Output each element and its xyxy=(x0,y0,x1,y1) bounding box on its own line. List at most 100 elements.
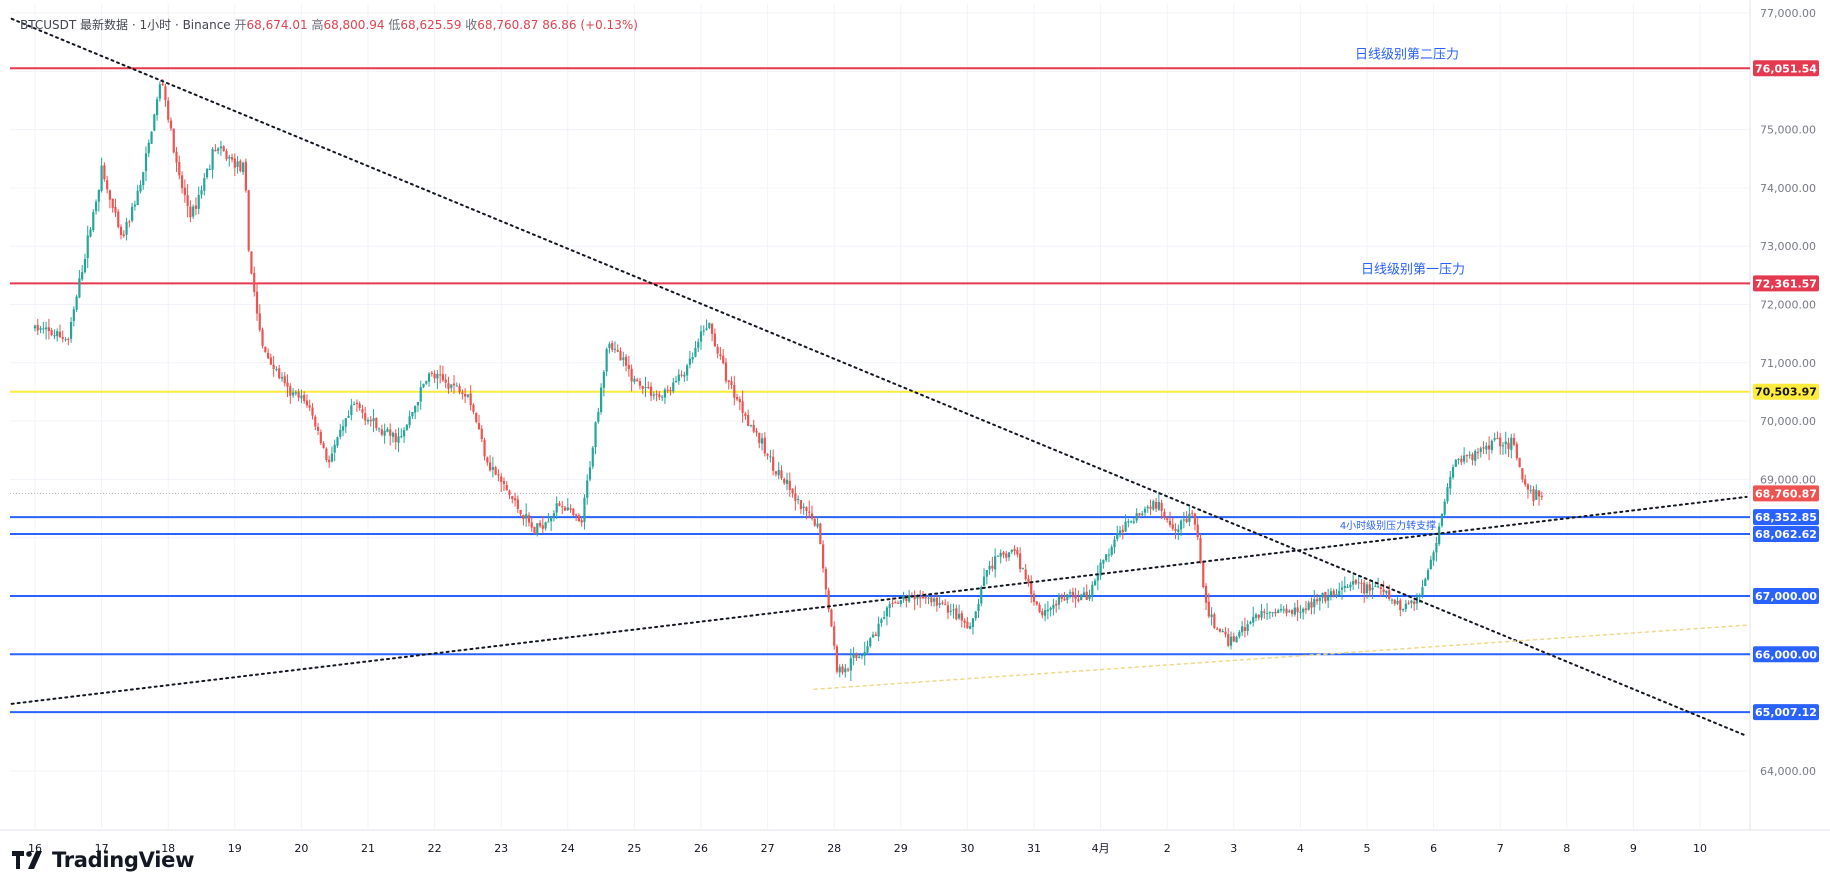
candle-body xyxy=(724,362,728,382)
candle-body xyxy=(269,357,272,365)
candle-body xyxy=(386,428,389,432)
candle-body xyxy=(858,656,861,658)
candle-body xyxy=(638,381,642,386)
candle-body xyxy=(1221,630,1224,633)
candle-body xyxy=(369,419,372,422)
candle-body xyxy=(619,351,622,361)
y-tick-label: 69,000.00 xyxy=(1760,473,1816,486)
candle-body xyxy=(194,205,198,209)
candle-body xyxy=(597,411,600,422)
candle-body xyxy=(580,520,583,523)
y-tick-label: 75,000.00 xyxy=(1760,124,1816,137)
candle-body xyxy=(1202,562,1205,588)
candle-body xyxy=(1357,582,1360,584)
candle-body xyxy=(1471,454,1474,461)
candle-body xyxy=(1321,593,1324,598)
candle-body xyxy=(741,401,744,413)
candle-body xyxy=(519,509,522,514)
candle-body xyxy=(452,383,456,386)
level-price-label: 72,361.57 xyxy=(1755,277,1817,290)
candle-body xyxy=(572,508,575,515)
candle-body xyxy=(1130,521,1133,523)
chart-grid xyxy=(0,0,1830,891)
candle-body xyxy=(630,368,633,382)
y-tick-label: 77,000.00 xyxy=(1760,7,1816,20)
candle-body xyxy=(1352,581,1355,585)
candle-body xyxy=(391,432,395,437)
candle-body xyxy=(461,392,464,394)
candle-body xyxy=(1052,604,1055,609)
candle-body xyxy=(686,365,689,376)
candle-body xyxy=(1185,518,1188,523)
candle-body xyxy=(952,609,955,611)
candle-body xyxy=(755,430,758,433)
candle-body xyxy=(1368,584,1371,591)
candle-body xyxy=(42,328,45,330)
tradingview-logo[interactable]: TradingView xyxy=(12,848,194,872)
candle-body xyxy=(860,655,864,657)
candle-body xyxy=(39,328,42,330)
candle-body xyxy=(280,377,284,379)
candle-body xyxy=(1127,521,1130,523)
candle-body xyxy=(869,638,872,647)
candle-body xyxy=(494,467,497,475)
candle-body xyxy=(1063,598,1066,601)
candle-body xyxy=(133,204,136,207)
candle-body xyxy=(1274,611,1277,614)
candle-body xyxy=(1365,584,1369,594)
candle-body xyxy=(1454,459,1457,467)
candle-body xyxy=(949,610,952,612)
candle-body xyxy=(575,514,578,516)
candle-body xyxy=(971,618,975,627)
candle-body xyxy=(805,507,808,512)
candle-body xyxy=(1504,441,1507,445)
candle-body xyxy=(1049,607,1052,610)
candle-body xyxy=(1041,611,1044,616)
candle-body xyxy=(921,596,925,599)
candle-body xyxy=(716,346,719,354)
candle-body xyxy=(336,437,339,446)
candle-body xyxy=(1293,607,1296,615)
candle-body xyxy=(436,373,439,379)
candle-body xyxy=(833,626,836,646)
candle-body xyxy=(61,336,64,339)
candle-body xyxy=(192,206,195,217)
candle-body xyxy=(469,393,472,406)
candle-body xyxy=(261,329,264,346)
candle-body xyxy=(1307,602,1310,610)
candle-body xyxy=(1241,626,1244,633)
candle-body xyxy=(1266,613,1269,615)
candle-body xyxy=(583,497,586,523)
candle-body xyxy=(719,354,722,357)
x-tick-label: 25 xyxy=(627,842,641,855)
x-tick-label: 20 xyxy=(294,842,308,855)
candle-body xyxy=(530,522,533,528)
price-chart[interactable]: 日线级别第二压力日线级别第一压力 4小时级别压力转支撑 64,000.00 65,0… xyxy=(0,0,1830,891)
candle-body xyxy=(253,272,256,292)
candle-body xyxy=(974,611,977,619)
candle-body xyxy=(588,467,592,480)
candle-body xyxy=(550,517,553,522)
candle-body xyxy=(1188,513,1191,522)
candle-body xyxy=(699,331,703,342)
candle-body xyxy=(677,374,680,382)
candle-body xyxy=(1279,608,1283,611)
candle-body xyxy=(538,522,542,527)
candle-body xyxy=(722,355,725,364)
candle-body xyxy=(902,595,905,600)
candle-body xyxy=(439,374,442,376)
candle-body xyxy=(1093,580,1097,586)
candle-body xyxy=(561,506,564,508)
candle-body xyxy=(885,607,889,617)
candle-body xyxy=(86,235,89,258)
candle-body xyxy=(733,385,736,398)
price-axis[interactable]: 64,000.0065,000.0066,000.0067,000.0068,0… xyxy=(1753,7,1819,778)
level-annotation: 日线级别第二压力 xyxy=(1355,47,1459,62)
candle-body xyxy=(772,456,775,471)
candle-body xyxy=(633,378,636,382)
candle-body xyxy=(783,478,786,484)
x-tick-label: 21 xyxy=(361,842,375,855)
brand-name: TradingView xyxy=(52,848,195,872)
candle-body xyxy=(819,523,822,545)
candle-body xyxy=(1499,437,1502,447)
